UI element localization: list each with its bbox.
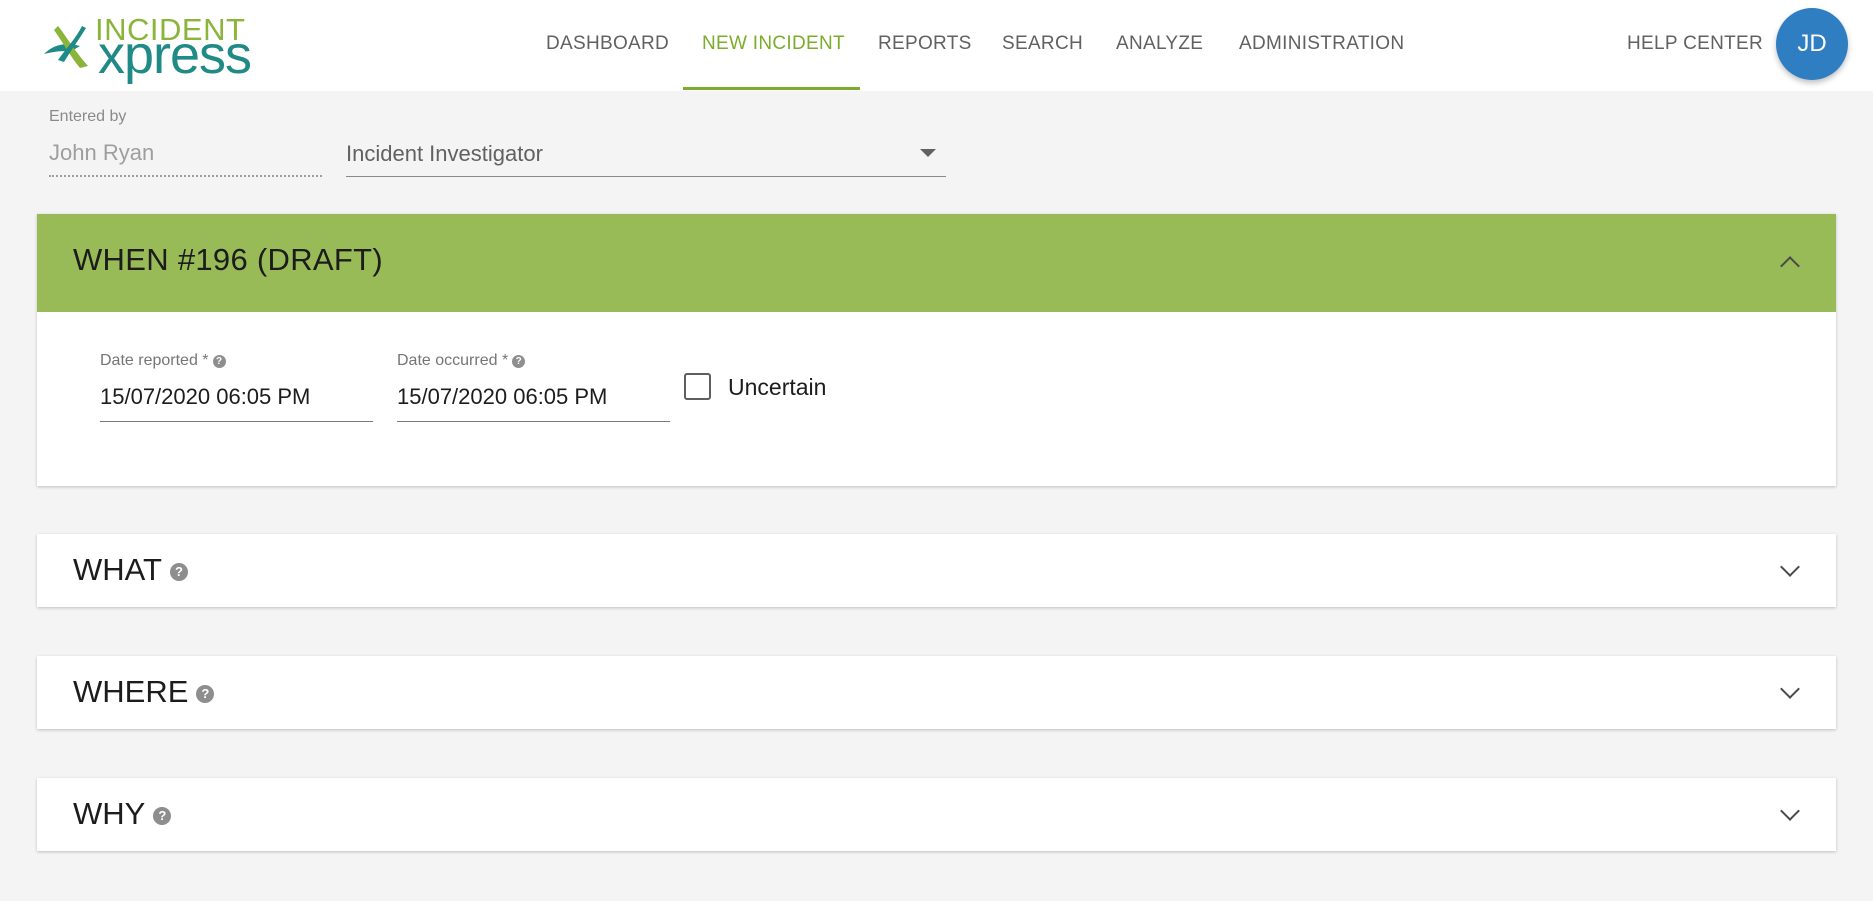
chevron-down-icon[interactable] (1780, 801, 1800, 821)
nav-item-search[interactable]: SEARCH (1002, 0, 1083, 91)
what-section-title-text: WHAT (73, 552, 162, 587)
date-reported-label: Date reported *? (100, 352, 226, 370)
chevron-up-icon[interactable] (1780, 256, 1800, 276)
nav-item-reports[interactable]: REPORTS (878, 0, 972, 91)
date-reported-underline (100, 421, 373, 422)
help-center-link[interactable]: HELP CENTER (1627, 0, 1763, 91)
uncertain-label[interactable]: Uncertain (728, 374, 826, 401)
help-circle-icon[interactable]: ? (153, 807, 172, 825)
what-section-title: WHAT? (73, 552, 188, 588)
nav-item-new-incident[interactable]: NEW INCIDENT (702, 0, 845, 91)
uncertain-checkbox[interactable] (684, 373, 711, 400)
nav-item-dashboard[interactable]: DASHBOARD (546, 0, 669, 91)
date-reported-input[interactable]: 15/07/2020 06:05 PM (100, 384, 310, 410)
help-circle-icon[interactable]: ? (169, 563, 188, 581)
date-occurred-label-text: Date occurred * (397, 352, 509, 369)
date-occurred-label: Date occurred *? (397, 352, 526, 370)
nav-item-analyze[interactable]: ANALYZE (1116, 0, 1203, 91)
when-section-title: WHEN #196 (DRAFT) (73, 242, 383, 277)
incident-xpress-logo[interactable]: INCIDENT xpress (40, 10, 280, 85)
entered-by-underline (49, 175, 322, 177)
date-occurred-input[interactable]: 15/07/2020 06:05 PM (397, 384, 607, 410)
entered-by-value: John Ryan (49, 140, 155, 165)
why-section-title: WHY? (73, 796, 172, 832)
active-tab-indicator (683, 87, 860, 90)
logo-text-bottom: xpress (98, 25, 252, 85)
top-navigation-bar: INCIDENT xpress DASHBOARD NEW INCIDENT R… (0, 0, 1873, 91)
help-circle-icon[interactable]: ? (512, 355, 526, 368)
when-section: WHEN #196 (DRAFT) Date reported *? 15/07… (37, 214, 1836, 486)
logo-mark-icon (44, 26, 88, 68)
role-select[interactable]: Incident Investigator (346, 135, 946, 177)
nav-item-administration[interactable]: ADMINISTRATION (1239, 0, 1404, 91)
chevron-down-icon[interactable] (1780, 557, 1800, 577)
why-section[interactable]: WHY? (37, 778, 1836, 851)
when-section-header[interactable]: WHEN #196 (DRAFT) (37, 214, 1836, 312)
why-section-title-text: WHY (73, 796, 146, 831)
help-circle-icon[interactable]: ? (212, 355, 226, 368)
where-section[interactable]: WHERE? (37, 656, 1836, 729)
date-reported-label-text: Date reported * (100, 352, 209, 369)
entered-by-label: Entered by (49, 108, 127, 125)
chevron-down-icon[interactable] (1780, 679, 1800, 699)
help-circle-icon[interactable]: ? (196, 685, 215, 703)
what-section[interactable]: WHAT? (37, 534, 1836, 607)
user-avatar[interactable]: JD (1776, 8, 1848, 80)
role-select-value: Incident Investigator (346, 141, 543, 166)
date-occurred-underline (397, 421, 670, 422)
caret-down-icon (920, 149, 936, 157)
where-section-title: WHERE? (73, 674, 215, 710)
where-section-title-text: WHERE (73, 674, 189, 709)
